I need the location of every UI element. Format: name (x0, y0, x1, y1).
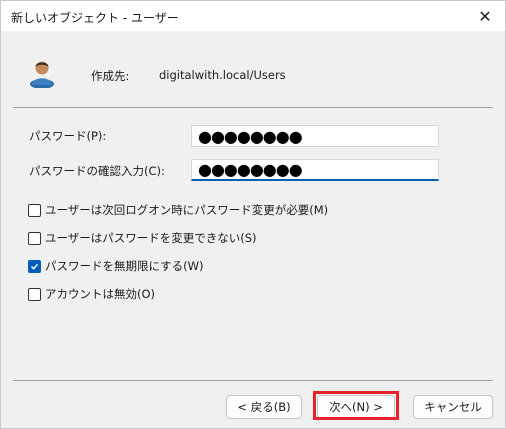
checkbox-box-checked[interactable] (28, 259, 41, 273)
user-icon (30, 61, 54, 88)
checkbox-account-disabled[interactable]: アカウントは無効(O) (28, 286, 155, 302)
checkbox-box[interactable] (28, 231, 41, 245)
checkbox-cannot-change-password[interactable]: ユーザーはパスワードを変更できない(S) (28, 230, 257, 246)
checkbox-label: ユーザーはパスワードを変更できない(S) (45, 231, 257, 245)
checkbox-label: ユーザーは次回ログオン時にパスワード変更が必要(M) (45, 203, 329, 217)
back-button[interactable]: < 戻る(B) (226, 395, 302, 419)
checkmark-icon (31, 263, 39, 270)
confirm-password-input[interactable] (191, 159, 439, 181)
checkbox-box[interactable] (28, 287, 41, 301)
new-user-dialog: 新しいオブジェクト - ユーザー ✕ 作成先: digitalwith.loca… (0, 0, 506, 429)
close-icon: ✕ (478, 6, 492, 26)
cancel-button[interactable]: キャンセル (413, 395, 493, 419)
close-button[interactable]: ✕ (465, 1, 505, 31)
confirm-password-label: パスワードの確認入力(C): (29, 164, 165, 178)
title-bar: 新しいオブジェクト - ユーザー ✕ (1, 1, 505, 31)
checkbox-box[interactable] (28, 203, 41, 217)
create-in-label: 作成先: (91, 69, 130, 83)
next-button[interactable]: 次へ(N) > (317, 395, 395, 419)
separator (13, 107, 493, 108)
checkbox-label: パスワードを無期限にする(W) (45, 259, 204, 273)
create-in-path: digitalwith.local/Users (159, 68, 286, 82)
password-input[interactable] (191, 125, 439, 147)
checkbox-label: アカウントは無効(O) (45, 287, 156, 301)
checkbox-password-never-expires[interactable]: パスワードを無期限にする(W) (28, 258, 203, 274)
checkbox-must-change-password[interactable]: ユーザーは次回ログオン時にパスワード変更が必要(M) (28, 202, 328, 218)
separator (13, 380, 493, 381)
window-title: 新しいオブジェクト - ユーザー (11, 11, 179, 25)
password-label: パスワード(P): (29, 129, 107, 143)
